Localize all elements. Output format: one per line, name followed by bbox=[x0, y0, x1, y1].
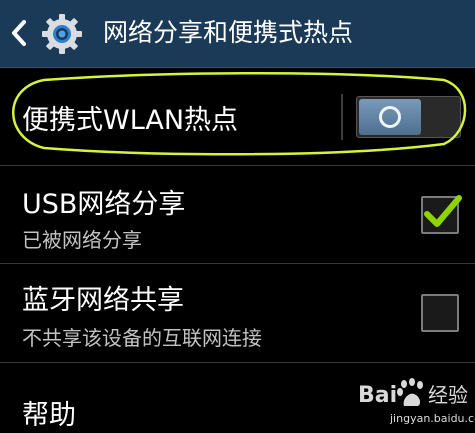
baidu-jingyan-watermark: Bai 经验 jingyan.baidu.com bbox=[356, 376, 475, 432]
toggle-ring-icon bbox=[379, 106, 401, 128]
toggle-knob bbox=[359, 99, 421, 135]
usb-tethering-label: USB网络分享 bbox=[22, 189, 186, 220]
usb-tethering-status: 已被网络分享 bbox=[22, 228, 142, 252]
back-button[interactable] bbox=[6, 15, 34, 51]
gear-icon[interactable] bbox=[40, 12, 84, 56]
list-item-bluetooth-tethering[interactable]: 蓝牙网络共享 不共享该设备的互联网连接 bbox=[0, 264, 475, 363]
bluetooth-tethering-checkbox[interactable] bbox=[421, 294, 459, 332]
chevron-left-icon bbox=[12, 20, 26, 46]
wlan-hotspot-toggle[interactable] bbox=[356, 96, 461, 138]
action-bar: 网络分享和便携式热点 bbox=[0, 0, 475, 68]
page-title: 网络分享和便携式热点 bbox=[103, 18, 354, 47]
svg-text:经验: 经验 bbox=[428, 383, 468, 407]
bluetooth-tethering-status: 不共享该设备的互联网连接 bbox=[22, 326, 262, 350]
svg-text:Bai: Bai bbox=[358, 383, 397, 408]
list-item-wlan-hotspot[interactable]: 便携式WLAN热点 bbox=[0, 68, 475, 166]
checkmark-icon bbox=[424, 195, 462, 227]
baidu-logo: Bai 经验 bbox=[358, 378, 468, 408]
list-item-usb-tethering[interactable]: USB网络分享 已被网络分享 bbox=[0, 166, 475, 264]
wlan-hotspot-label: 便携式WLAN热点 bbox=[22, 105, 239, 136]
usb-tethering-checkbox[interactable] bbox=[421, 195, 462, 234]
bluetooth-tethering-label: 蓝牙网络共享 bbox=[22, 285, 184, 316]
help-label: 帮助 bbox=[22, 400, 76, 431]
watermark-url: jingyan.baidu.com bbox=[390, 412, 475, 425]
divider bbox=[341, 94, 343, 140]
